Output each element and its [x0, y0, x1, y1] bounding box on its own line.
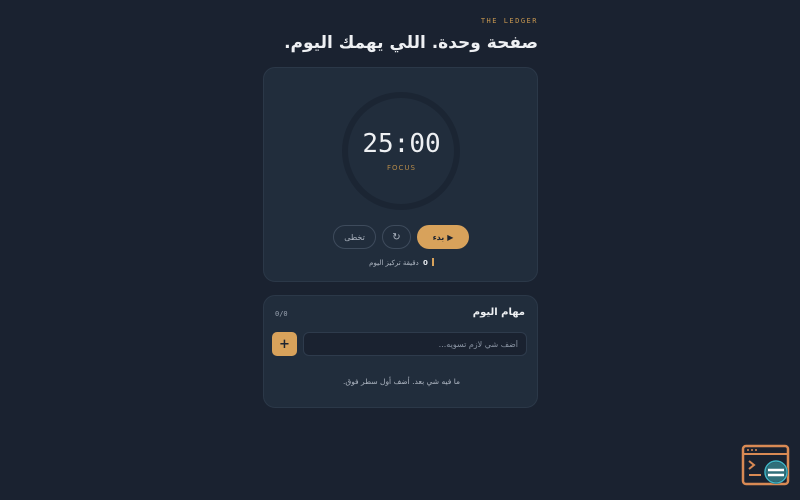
skip-button[interactable]: تخطى — [333, 225, 376, 249]
timer-card: 25:00 FOCUS تخطى ↻ ▶ بدء 0 دقيقة تركيز ا… — [263, 67, 538, 282]
stat-bar-marker — [431, 258, 434, 266]
tasks-card: مهام اليوم 0/0 + ما فيه شي بعد. أضف أول … — [263, 295, 538, 408]
play-icon: ▶ — [447, 232, 454, 242]
app-root: THE LEDGER صفحة وحدة. اللي يهمك اليوم. 2… — [0, 0, 800, 500]
focus-minutes-value: 0 — [422, 259, 428, 267]
start-button-label: بدء — [432, 232, 445, 242]
brand-label: THE LEDGER — [480, 17, 538, 25]
add-task-button[interactable]: + — [272, 332, 297, 356]
start-button[interactable]: ▶ بدء — [417, 225, 469, 249]
focus-minutes-label: دقيقة تركيز اليوم — [369, 259, 419, 267]
skip-button-label: تخطى — [344, 232, 365, 242]
timer-controls: تخطى ↻ ▶ بدء — [264, 225, 539, 249]
page-title: صفحة وحدة. اللي يهمك اليوم. — [284, 33, 538, 53]
app-logo-icon[interactable] — [741, 444, 791, 488]
task-input[interactable] — [303, 332, 527, 356]
plus-icon: + — [279, 336, 290, 352]
reset-icon: ↻ — [392, 231, 401, 243]
page-header: THE LEDGER صفحة وحدة. اللي يهمك اليوم. — [263, 14, 538, 54]
timer-display: 25:00 — [362, 129, 441, 159]
tasks-empty-message: ما فيه شي بعد. أضف أول سطر فوق. — [342, 377, 461, 386]
tasks-count: 0/0 — [275, 310, 288, 318]
reset-button[interactable]: ↻ — [382, 225, 411, 249]
timer-mode-label: FOCUS — [387, 164, 416, 172]
focus-stat: 0 دقيقة تركيز اليوم — [264, 258, 539, 267]
tasks-title: مهام اليوم — [472, 307, 525, 318]
